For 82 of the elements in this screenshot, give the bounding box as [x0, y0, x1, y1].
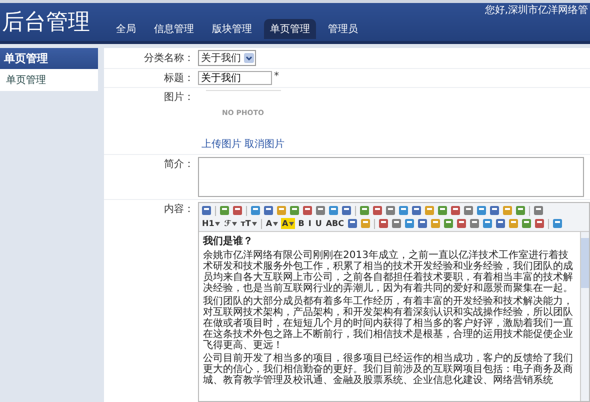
content-heading: 我们是谁？: [203, 234, 254, 248]
toolbar-icon[interactable]: [391, 218, 402, 229]
content-paragraph: 公司目前开发了相当多的项目，很多项目已经运作的相当成功，客户的反馈给了我们更大的信心，我们相信勤奋的更好。我们目前涉及的互联网项目包括：电子商务及商城、教育教学管理及校讯通、金融及股票系统、企业信息化建设、网络营销系统: [203, 353, 574, 386]
toolbar-icon[interactable]: [495, 218, 506, 229]
toolbar-icon[interactable]: [219, 205, 230, 216]
toolbar-icon[interactable]: [456, 218, 467, 229]
field-label: 内容：: [163, 202, 195, 216]
image-link[interactable]: 取消图片: [244, 137, 284, 151]
toolbar-icon[interactable]: [430, 218, 441, 229]
toolbar-icon[interactable]: [534, 218, 545, 229]
toolbar-button[interactable]: U: [314, 218, 323, 229]
scrollbar[interactable]: [580, 232, 589, 401]
title-input[interactable]: 关于我们: [198, 71, 272, 85]
toolbar-icon[interactable]: [411, 205, 422, 216]
toolbar-icon[interactable]: [398, 205, 409, 216]
caret-icon: [232, 222, 237, 226]
toolbar-icon[interactable]: [437, 205, 448, 216]
toolbar-icon[interactable]: [521, 218, 532, 229]
nav-tab[interactable]: 信息管理: [148, 19, 200, 39]
nav-tab[interactable]: 全局: [110, 19, 142, 39]
toolbar-icon[interactable]: [385, 205, 396, 216]
sidebar-heading: 单页管理: [0, 48, 98, 69]
toolbar-icon[interactable]: [450, 205, 461, 216]
toolbar-button[interactable]: B: [297, 218, 306, 229]
toolbar-icon[interactable]: [328, 205, 339, 216]
field-label: 简介：: [163, 158, 195, 171]
toolbar-icon[interactable]: [250, 205, 261, 216]
nav-tab[interactable]: 版块管理: [206, 19, 258, 39]
image-link[interactable]: 上传图片: [202, 137, 242, 151]
field-label: 图片：: [163, 90, 195, 104]
user-info: 您好,深圳市亿洋网络管: [484, 4, 588, 17]
caret-icon: [289, 222, 294, 226]
category-select[interactable]: 关于我们: [198, 50, 256, 66]
caret-icon: [252, 222, 257, 226]
sidebar-item[interactable]: 单页管理: [0, 69, 98, 91]
toolbar-icon[interactable]: [417, 218, 428, 229]
toolbar-icon[interactable]: [359, 205, 370, 216]
toolbar-icon[interactable]: [502, 205, 513, 216]
toolbar-icon[interactable]: [533, 205, 544, 216]
toolbar-icon[interactable]: [232, 205, 243, 216]
toolbar-button[interactable]: A: [281, 218, 296, 229]
toolbar-icon[interactable]: [302, 205, 313, 216]
field-label: 标题：: [163, 72, 195, 85]
site-title: 后台管理: [1, 9, 91, 37]
toolbar-icon[interactable]: [515, 205, 526, 216]
toolbar-icon[interactable]: [476, 205, 487, 216]
content-paragraph: 余姚市亿洋网络有限公司刚刚在2013年成立，之前一直以亿洋技术工作室进行着技术研发和技术服务外包工作，积累了相当的技术开发经验和业务经验，我们团队的成员均来自各大互联网上市公司，之前各自都担任着技术要职，有着相当丰富的技术解决经验，也是当前互联网行业的弄潮儿，因为有着共同的爱好和愿景而聚集在一起。: [203, 250, 574, 294]
caret-icon: [273, 222, 278, 226]
toolbar-button[interactable]: ℱ: [223, 218, 238, 229]
dropdown-arrow-icon: [244, 53, 254, 63]
toolbar-icon[interactable]: [378, 218, 389, 229]
toolbar-icon[interactable]: [404, 218, 415, 229]
toolbar-button[interactable]: ABC: [324, 218, 345, 229]
content-paragraph: 我们团队的大部分成员都有着多年工作经历，有着丰富的开发经验和技术解决能力，对互联网技术架构，产品架构，和开发架构有着深刻认识和实战操作经验，所以团队在做或者项目时，在短短几个月的时间内获得了相当多的客户好评，激励着我们一直在这条技术外包之路上不断前行，我们相信技术是根基，合理的运用技术能促使企业飞得更高、更远！: [203, 296, 574, 351]
toolbar-icon[interactable]: [289, 205, 300, 216]
toolbar-icon[interactable]: [347, 218, 358, 229]
nav-tab[interactable]: 管理员: [322, 19, 364, 39]
toolbar-icon[interactable]: [263, 205, 274, 216]
required-mark: *: [274, 71, 279, 82]
summary-textarea[interactable]: [198, 157, 584, 197]
toolbar-icon[interactable]: [201, 205, 212, 216]
toolbar-icon[interactable]: [443, 218, 454, 229]
toolbar-icon[interactable]: [424, 205, 435, 216]
toolbar-icon[interactable]: [482, 218, 493, 229]
toolbar-button[interactable]: A: [264, 218, 280, 229]
scrollbar-thumb[interactable]: [581, 238, 589, 288]
toolbar-button[interactable]: тT: [240, 218, 258, 229]
toolbar-icon[interactable]: [372, 205, 383, 216]
toolbar-icon[interactable]: [463, 205, 474, 216]
toolbar-icon[interactable]: [469, 218, 480, 229]
toolbar-icon[interactable]: [315, 205, 326, 216]
toolbar-button[interactable]: H1: [201, 218, 222, 229]
toolbar-icon[interactable]: [341, 205, 352, 216]
field-label: 分类名称：: [143, 52, 195, 65]
toolbar-icon[interactable]: [552, 218, 563, 229]
toolbar-icon[interactable]: [508, 218, 519, 229]
toolbar-button[interactable]: I: [307, 218, 312, 229]
nav-tab[interactable]: 单页管理: [264, 19, 316, 39]
toolbar-icon[interactable]: [489, 205, 500, 216]
caret-icon: [215, 222, 220, 226]
toolbar-icon[interactable]: [360, 218, 371, 229]
toolbar-icon[interactable]: [276, 205, 287, 216]
